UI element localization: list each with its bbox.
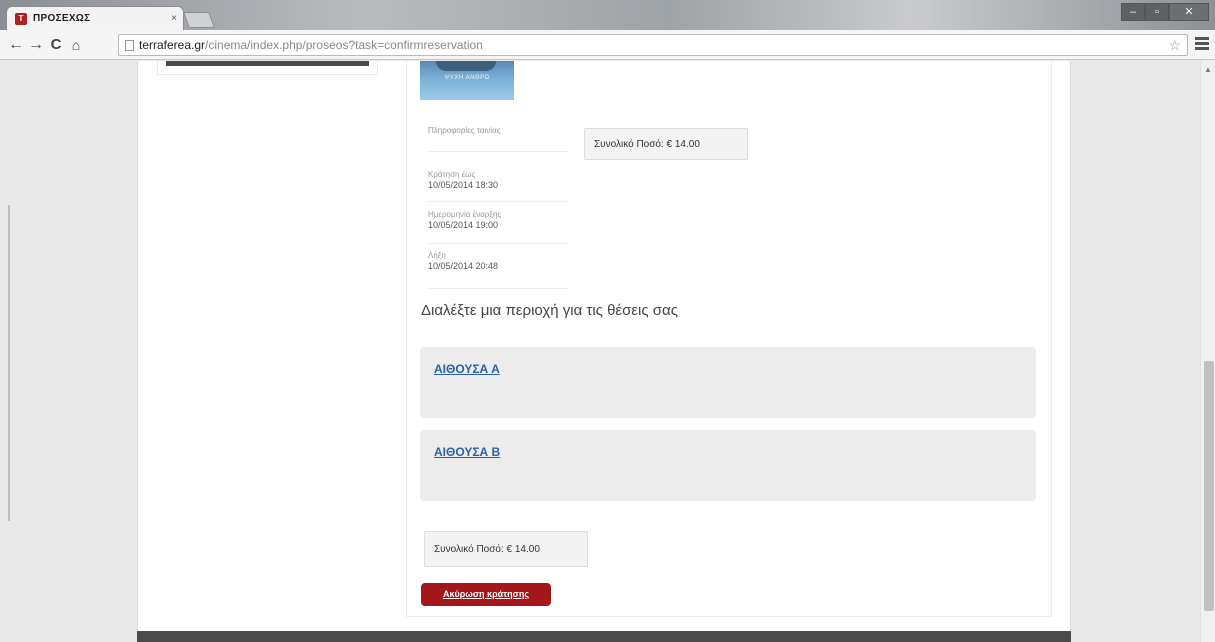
page-footer <box>137 631 1071 642</box>
reload-icon[interactable]: C <box>46 36 66 53</box>
hall-panel-a: ΑΙΘΟΥΣΑ Α <box>420 347 1036 418</box>
browser-toolbar: ← → C ⌂ terraferea.gr /cinema/index.php/… <box>0 30 1215 60</box>
new-tab-button[interactable] <box>183 12 215 28</box>
page-icon <box>125 39 134 51</box>
reservation-until-block: Κράτηση έως 10/05/2014 18:30 <box>428 170 568 202</box>
window-controls: – ▫ ✕ <box>1121 3 1209 21</box>
scroll-up-icon[interactable]: ▲ <box>1204 65 1212 74</box>
home-icon[interactable]: ⌂ <box>66 37 86 53</box>
favicon-icon: T <box>15 12 27 25</box>
info-value: 10/05/2014 18:30 <box>428 180 499 190</box>
movie-info-block: Πληροφορίες ταινίας <box>428 126 568 152</box>
info-label: Κράτηση έως <box>428 170 476 179</box>
info-label: Ημερομηνία έναρξης <box>428 210 502 219</box>
cancel-reservation-button[interactable]: Ακύρωση κράτησης <box>421 583 551 606</box>
maximize-button[interactable]: ▫ <box>1145 3 1169 21</box>
back-arrow-icon[interactable]: ← <box>6 36 26 54</box>
poster-graphic <box>436 61 496 71</box>
hall-link-b[interactable]: ΑΙΘΟΥΣΑ Β <box>434 445 500 459</box>
total-amount-box-bottom: Συνολικό Ποσό: € 14.00 <box>424 531 588 567</box>
info-label: Λήξη <box>428 251 446 260</box>
poster-title: ΨΥΧΗ ΑΝΘΡΩ <box>444 75 490 81</box>
minimize-button[interactable]: – <box>1121 3 1145 21</box>
page-scrollbar[interactable]: ▲ <box>1200 61 1215 642</box>
hall-panel-b: ΑΙΘΟΥΣΑ Β <box>420 430 1036 501</box>
info-value: 10/05/2014 20:48 <box>428 261 499 271</box>
bookmark-star-icon[interactable]: ☆ <box>1168 37 1181 54</box>
tab-title: ΠΡΟΣΕΧΩΣ <box>33 13 91 24</box>
left-divider <box>8 205 10 521</box>
close-window-button[interactable]: ✕ <box>1169 3 1209 21</box>
tab-close-icon[interactable]: × <box>171 13 177 24</box>
movie-poster: ΨΥΧΗ ΑΝΘΡΩ <box>420 61 514 100</box>
info-label: Πληροφορίες ταινίας <box>428 126 501 135</box>
choose-area-heading: Διαλέξτε μια περιοχή για τις θέσεις σας <box>421 302 678 319</box>
window-titlebar: T ΠΡΟΣΕΧΩΣ × – ▫ ✕ <box>0 0 1215 30</box>
hall-link-a[interactable]: ΑΙΘΟΥΣΑ Α <box>434 362 500 376</box>
end-date-block: Λήξη 10/05/2014 20:48 <box>428 251 568 289</box>
forward-arrow-icon[interactable]: → <box>26 36 46 54</box>
url-domain: terraferea.gr <box>139 38 206 52</box>
start-date-block: Ημερομηνία έναρξης 10/05/2014 19:00 <box>428 210 568 244</box>
info-value: 10/05/2014 19:00 <box>428 220 499 230</box>
url-path: /cinema/index.php/proseos?task=confirmre… <box>205 38 483 52</box>
browser-tab[interactable]: T ΠΡΟΣΕΧΩΣ × <box>6 6 184 30</box>
total-amount-box: Συνολικό Ποσό: € 14.00 <box>584 128 748 160</box>
address-bar[interactable]: terraferea.gr /cinema/index.php/proseos?… <box>118 34 1188 56</box>
scrollbar-thumb[interactable] <box>1204 361 1214 611</box>
browser-menu-icon[interactable] <box>1195 37 1209 51</box>
sidebar-bar <box>166 61 369 66</box>
